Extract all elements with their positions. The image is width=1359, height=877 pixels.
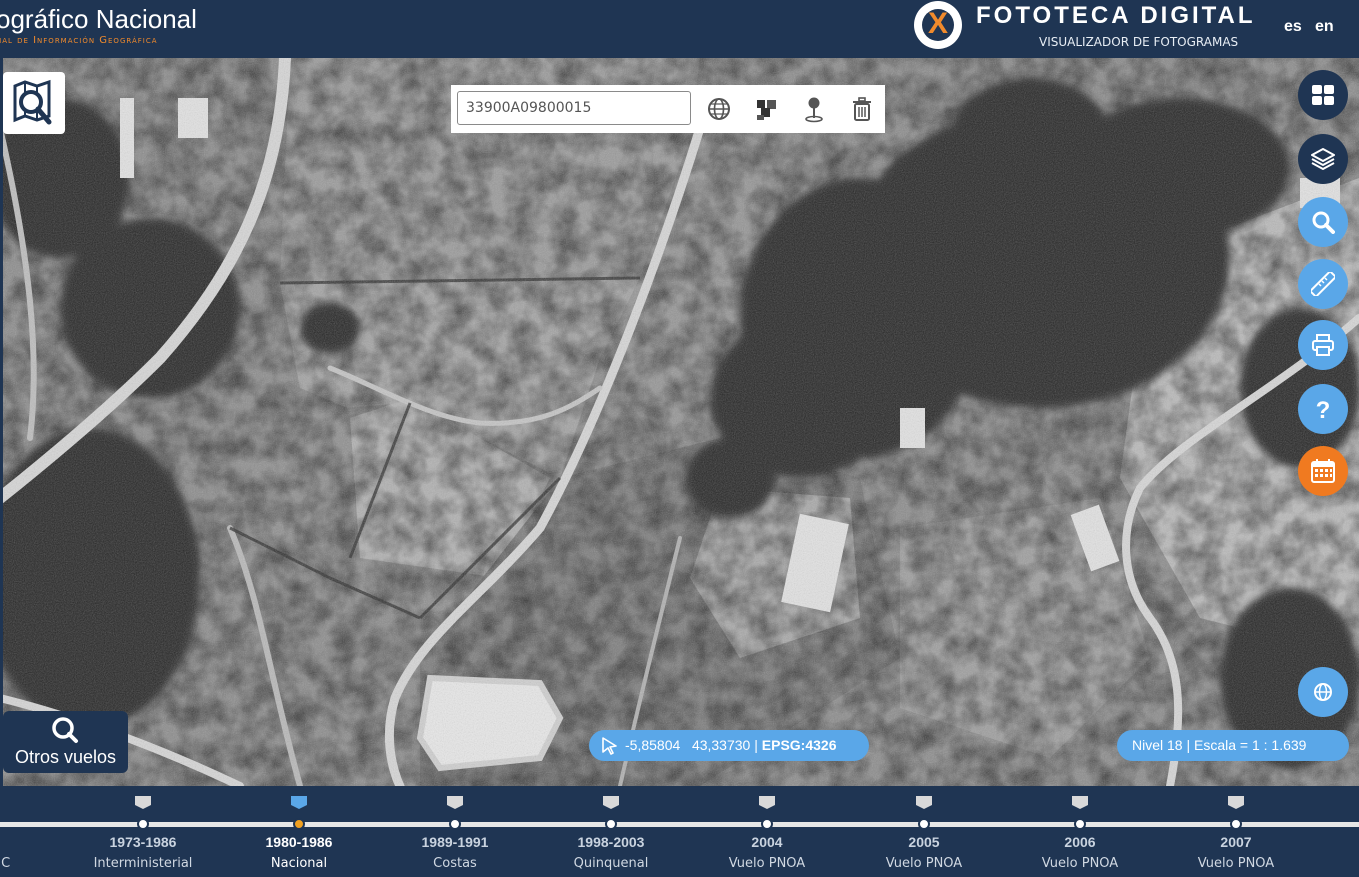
timeline-item[interactable]: 1980-1986 Nacional (224, 786, 374, 877)
timeline-marker (918, 818, 930, 830)
timeline-item[interactable]: 1998-2003 Quinquenal (536, 786, 686, 877)
mosaic-icon (757, 100, 776, 120)
cursor-arrow-icon (602, 737, 617, 755)
basemap-grid-button[interactable] (1298, 70, 1348, 120)
timeline-flight-name: Vuelo PNOA (1041, 856, 1119, 871)
fototeca-logo: X (914, 1, 962, 49)
timeline-marker (293, 818, 305, 830)
map-search-icon (13, 79, 52, 125)
aerial-photo-imagery (0, 58, 1359, 786)
coordinates-value: -5,85804 43,33730 (625, 737, 751, 753)
layers-button[interactable] (1298, 134, 1348, 184)
flag-icon (759, 796, 775, 809)
timeline-item[interactable]: 2007 Vuelo PNOA (1161, 786, 1311, 877)
otros-vuelos-label: Otros vuelos (14, 747, 117, 767)
mosaic-tool-button[interactable] (752, 94, 782, 124)
brand-title: FOTOTECA DIGITAL (976, 2, 1256, 29)
timeline-flight-name: Costas (433, 856, 477, 871)
layers-icon (1311, 148, 1335, 170)
photo-reader-button[interactable] (3, 72, 65, 134)
timeline-flight-name: Vuelo PNOA (728, 856, 806, 871)
flag-icon (135, 796, 151, 809)
search-button[interactable] (1298, 197, 1348, 247)
timeline-years: 2006 (1064, 834, 1096, 850)
brand-subtitle: VISUALIZADOR DE FOTOGRAMAS (1039, 35, 1239, 49)
coordinates-readout: -5,85804 43,33730 | EPSG:4326 (589, 730, 869, 761)
globe-tool-button[interactable] (704, 94, 734, 124)
otros-vuelos-button[interactable]: Otros vuelos (3, 711, 128, 773)
left-edge-strip (0, 58, 3, 786)
svg-text:?: ? (1316, 397, 1331, 421)
timeline-years: 2005 (908, 834, 940, 850)
timeline-marker (137, 818, 149, 830)
timeline-years: 2004 (751, 834, 783, 850)
globe-icon (1314, 683, 1332, 701)
timeline-item[interactable]: 2005 Vuelo PNOA (849, 786, 999, 877)
timeline-flight-name: Quinquenal (573, 856, 649, 871)
grid-icon (1312, 85, 1334, 105)
timeline-item[interactable]: V (1295, 786, 1359, 877)
scale-value: Nivel 18 | Escala = 1 : 1.639 (1132, 737, 1307, 753)
flag-icon (916, 796, 932, 809)
timeline-item[interactable]: 1989-1991 Costas (380, 786, 530, 877)
lang-es-link[interactable]: es (1284, 18, 1302, 36)
scale-readout: Nivel 18 | Escala = 1 : 1.639 (1117, 730, 1349, 761)
timeline-years: 2007 (1220, 834, 1252, 850)
location-tool-button[interactable] (799, 94, 829, 124)
flag-icon (447, 796, 463, 809)
globe-icon (708, 98, 730, 120)
help-button[interactable]: ? (1298, 384, 1348, 434)
calendar-button[interactable] (1298, 446, 1348, 496)
frame-search-bar (451, 85, 885, 133)
help-icon: ? (1316, 397, 1331, 421)
timeline-item[interactable]: 2006 Vuelo PNOA (1005, 786, 1155, 877)
timeline-marker (761, 818, 773, 830)
timeline-marker (1230, 818, 1242, 830)
search-icon (52, 717, 78, 743)
ign-title[interactable]: ográfico Nacional (0, 4, 197, 35)
frame-code-input[interactable] (457, 91, 691, 125)
timeline-marker (449, 818, 461, 830)
location-pin-icon (805, 97, 823, 123)
calendar-icon (1311, 459, 1335, 483)
timeline-item[interactable]: 1973-1986 Interministerial (68, 786, 218, 877)
timeline-marker (1074, 818, 1086, 830)
aerial-photo-map[interactable] (0, 58, 1359, 786)
delete-tool-button[interactable] (847, 94, 877, 124)
ruler-icon (1311, 272, 1335, 296)
flag-icon (603, 796, 619, 809)
timeline-flight-name: Serie C (0, 856, 11, 871)
flag-icon (1228, 796, 1244, 809)
timeline-years: 1989-1991 (421, 834, 489, 850)
search-icon (1312, 211, 1335, 234)
flag-icon (291, 796, 307, 809)
timeline-years: 1973-1986 (109, 834, 177, 850)
timeline-flight-name: Vuelo PNOA (885, 856, 963, 871)
epsg-code: EPSG:4326 (761, 737, 837, 753)
timeline-item[interactable]: 968 Serie C (0, 786, 62, 877)
timeline-years: 968 (0, 834, 62, 850)
ign-subtitle: nal de Información Geográfica (0, 35, 158, 46)
lang-en-link[interactable]: en (1315, 18, 1334, 36)
timeline-item[interactable]: 2004 Vuelo PNOA (692, 786, 842, 877)
timeline-years: 1998-2003 (577, 834, 645, 850)
flag-icon (1072, 796, 1088, 809)
timeline-flight-name: Interministerial (93, 856, 193, 871)
print-button[interactable] (1298, 320, 1348, 370)
trash-icon (853, 97, 871, 121)
projection-button[interactable] (1298, 667, 1348, 717)
timeline-marker (605, 818, 617, 830)
print-icon (1312, 334, 1334, 356)
timeline-years: 1980-1986 (265, 834, 333, 850)
timeline-flight-name: Vuelo PNOA (1197, 856, 1275, 871)
flight-timeline: 968 Serie C 1973-1986 Interministerial 1980-… (0, 786, 1359, 877)
timeline-flight-name: V (1295, 856, 1359, 871)
header-bar: ográfico Nacional nal de Información Geo… (0, 0, 1359, 58)
timeline-flight-name: Nacional (270, 856, 328, 871)
measure-button[interactable] (1298, 259, 1348, 309)
